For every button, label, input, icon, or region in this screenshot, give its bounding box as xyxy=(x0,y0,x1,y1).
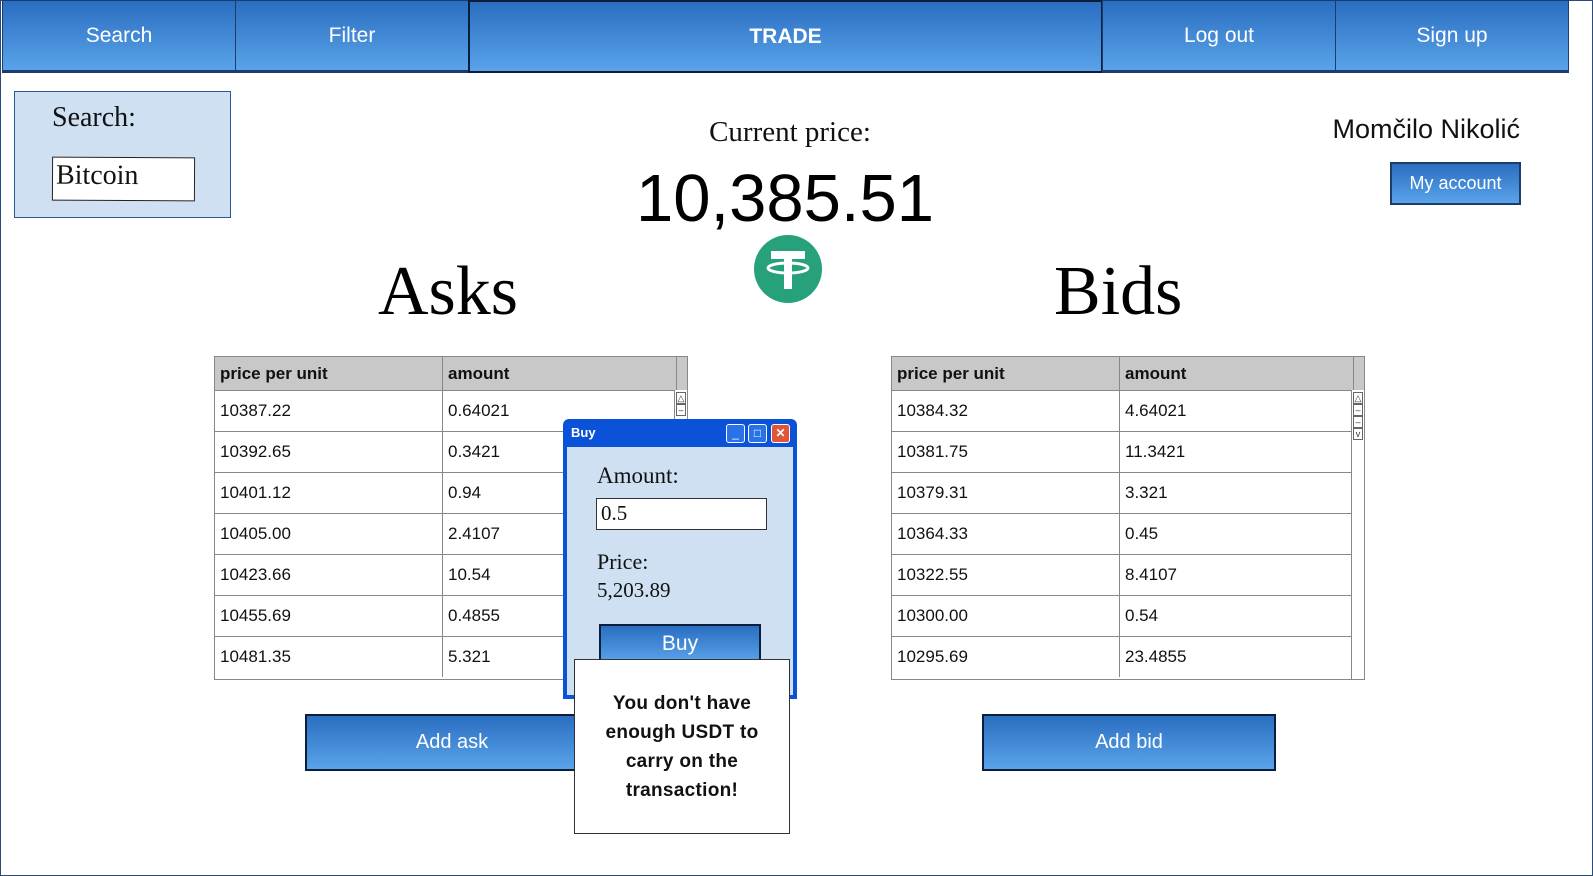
scroll-up-icon[interactable]: △ xyxy=(1353,392,1363,404)
nav-logout-button[interactable]: Log out xyxy=(1102,0,1336,73)
amount-cell: 0.54 xyxy=(1125,606,1159,625)
close-icon[interactable]: ✕ xyxy=(771,424,790,443)
table-row[interactable]: 10364.33 0.45 xyxy=(892,514,1352,555)
price-cell: 10401.12 xyxy=(215,473,443,513)
search-panel: Search: Bitcoin xyxy=(14,91,231,218)
bids-scrollbar[interactable]: △ – – v xyxy=(1351,390,1364,679)
price-cell: 10379.31 xyxy=(892,473,1120,513)
price-value: 5,203.89 xyxy=(597,578,671,602)
nav-filter-button[interactable]: Filter xyxy=(235,0,469,73)
price-cell: 10295.69 xyxy=(892,637,1120,677)
buy-dialog: Buy _ □ ✕ Amount: 0.5 Price: 5,203.89 Bu… xyxy=(563,419,797,699)
add-bid-button[interactable]: Add bid xyxy=(982,714,1276,771)
table-row[interactable]: 10322.55 8.4107 xyxy=(892,555,1352,596)
dialog-body: Amount: 0.5 Price: 5,203.89 Buy xyxy=(567,447,793,695)
dialog-title: Buy xyxy=(571,425,596,440)
amount-label: Amount: xyxy=(597,463,679,488)
price-cell: 10423.66 xyxy=(215,555,443,595)
asks-heading: Asks xyxy=(378,253,519,330)
top-nav: Search Filter TRADE Log out Sign up xyxy=(2,0,1593,76)
nav-search-button[interactable]: Search xyxy=(2,0,236,73)
amount-cell: 23.4855 xyxy=(1125,647,1187,666)
nav-signup-button[interactable]: Sign up xyxy=(1335,0,1569,73)
amount-cell: 0.45 xyxy=(1125,524,1159,543)
price-cell: 10405.00 xyxy=(215,514,443,554)
price-cell: 10387.22 xyxy=(215,391,443,431)
amount-cell: 11.3421 xyxy=(1125,442,1186,461)
table-row[interactable]: 10300.00 0.54 xyxy=(892,596,1352,637)
user-name: Momčilo Nikolić xyxy=(1332,114,1520,144)
scroll-up-icon[interactable]: △ xyxy=(676,392,686,404)
scroll-thumb[interactable]: – xyxy=(1353,416,1363,428)
buy-button[interactable]: Buy xyxy=(599,624,761,664)
scroll-thumb[interactable]: – xyxy=(1353,404,1363,416)
amount-cell: 3.321 xyxy=(1125,483,1168,502)
column-header-amount[interactable]: amount xyxy=(1120,357,1354,390)
price-cell: 10392.65 xyxy=(215,432,443,472)
column-header-price[interactable]: price per unit xyxy=(892,357,1120,390)
search-label: Search: xyxy=(52,102,136,133)
minimize-icon[interactable]: _ xyxy=(726,424,745,443)
price-cell: 10322.55 xyxy=(892,555,1120,595)
tether-icon xyxy=(754,235,822,303)
nav-trade-button[interactable]: TRADE xyxy=(468,0,1103,73)
column-header-amount[interactable]: amount xyxy=(443,357,677,390)
my-account-button[interactable]: My account xyxy=(1390,162,1521,205)
scroll-thumb[interactable]: – xyxy=(676,404,686,416)
price-label: Price: xyxy=(597,549,649,574)
amount-cell: 8.4107 xyxy=(1125,565,1177,584)
table-row[interactable]: 10381.75 11.3421 xyxy=(892,432,1352,473)
price-cell: 10300.00 xyxy=(892,596,1120,636)
price-cell: 10384.32 xyxy=(892,391,1120,431)
price-cell: 10481.35 xyxy=(215,637,443,677)
amount-cell: 4.64021 xyxy=(1125,401,1187,420)
current-price-value: 10,385.51 xyxy=(635,161,935,236)
price-cell: 10364.33 xyxy=(892,514,1120,554)
current-price-label: Current price: xyxy=(709,116,871,148)
add-ask-button[interactable]: Add ask xyxy=(305,714,599,771)
table-row[interactable]: 10384.32 4.64021 xyxy=(892,391,1352,432)
price-cell: 10381.75 xyxy=(892,432,1120,472)
error-tooltip: You don't have enough USDT to carry on t… xyxy=(574,659,790,834)
column-header-price[interactable]: price per unit xyxy=(215,357,443,390)
bids-table: price per unit amount 10384.32 4.64021 1… xyxy=(891,356,1365,680)
search-input[interactable]: Bitcoin xyxy=(51,156,196,202)
asks-table-header: price per unit amount xyxy=(215,357,687,391)
table-row[interactable]: 10295.69 23.4855 xyxy=(892,637,1352,678)
price-cell: 10455.69 xyxy=(215,596,443,636)
scroll-down-icon[interactable]: v xyxy=(1353,428,1363,440)
bids-table-header: price per unit amount xyxy=(892,357,1364,391)
amount-input[interactable]: 0.5 xyxy=(596,498,767,530)
bids-heading: Bids xyxy=(1054,253,1183,330)
maximize-icon[interactable]: □ xyxy=(748,424,767,443)
table-row[interactable]: 10379.31 3.321 xyxy=(892,473,1352,514)
